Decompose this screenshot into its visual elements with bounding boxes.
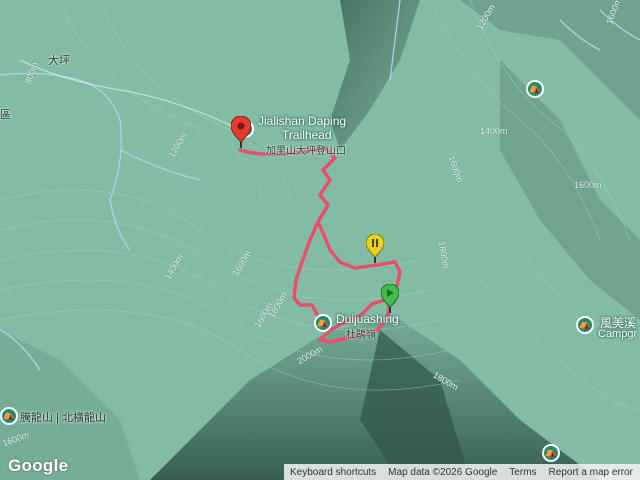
- place-label-tenglongshan[interactable]: 騰龍山 | 北橫龍山: [20, 409, 106, 425]
- campground-icon[interactable]: ⛺: [0, 407, 18, 425]
- report-map-error-link[interactable]: Report a map error: [543, 467, 639, 478]
- yellow-location-pin-icon[interactable]: [366, 234, 384, 264]
- poi-label-trailhead[interactable]: Jialishan Daping: [258, 114, 346, 128]
- campground-icon[interactable]: ⛺: [576, 316, 594, 334]
- red-location-pin-icon[interactable]: [231, 116, 251, 150]
- map-view[interactable]: 大坪 區 騰龍山 | 北橫龍山 ⛺ 800m 1200m 1600m 1400m…: [0, 0, 640, 480]
- map-attribution-bar: Keyboard shortcuts Map data ©2026 Google…: [284, 464, 640, 480]
- contour-label: 1400m: [480, 126, 508, 136]
- place-label-qu: 區: [0, 109, 11, 121]
- terrain-layer: [0, 0, 640, 480]
- google-logo: Google: [8, 456, 69, 475]
- map-data-text: Map data ©2026 Google: [388, 466, 498, 478]
- poi-label-dujuanling[interactable]: Duijuashing: [336, 312, 399, 326]
- poi-label-trailhead-zh[interactable]: 加里山大坪登山口: [266, 142, 346, 157]
- poi-label-dujuanling-zh[interactable]: 杜鵑嶺: [346, 326, 376, 341]
- campground-icon[interactable]: ⛺: [314, 314, 332, 332]
- keyboard-shortcuts-link[interactable]: Keyboard shortcuts: [284, 467, 382, 478]
- terms-link[interactable]: Terms: [503, 467, 542, 478]
- campground-icon[interactable]: ⛺: [526, 80, 544, 98]
- campground-icon[interactable]: ⛺: [542, 444, 560, 462]
- place-label-daping: 大坪: [48, 55, 70, 67]
- poi-label-trailhead-2[interactable]: Trailhead: [282, 128, 332, 142]
- contour-label: 1600m: [574, 180, 602, 190]
- green-location-pin-icon[interactable]: [381, 284, 399, 314]
- poi-label-fengmei-en[interactable]: Campgr: [598, 328, 637, 340]
